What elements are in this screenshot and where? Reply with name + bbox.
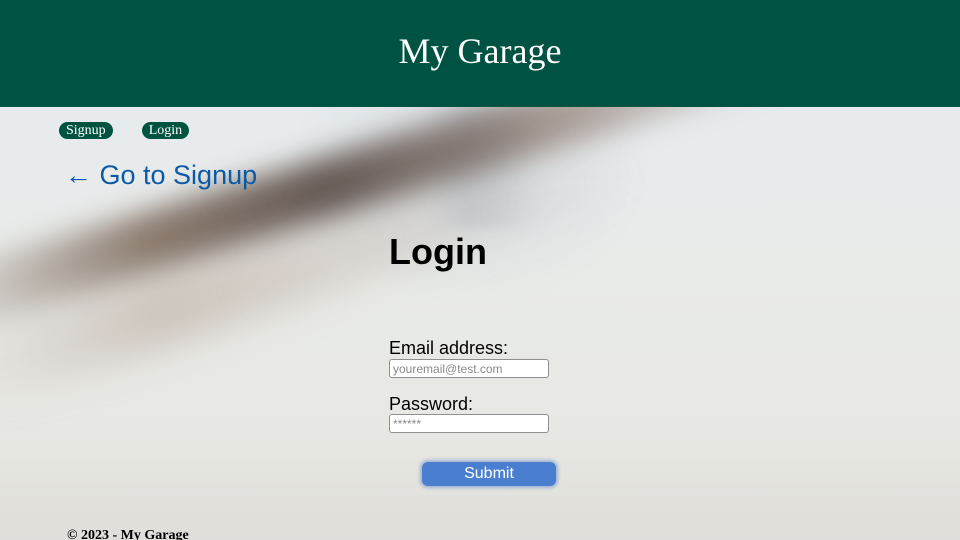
go-to-signup-link[interactable]: ← Go to Signup bbox=[65, 160, 257, 191]
submit-button[interactable]: Submit bbox=[422, 462, 556, 486]
email-label: Email address: bbox=[389, 338, 509, 358]
nav-item-login[interactable]: Login bbox=[141, 122, 190, 139]
nav-item-signup[interactable]: Signup bbox=[59, 122, 113, 139]
email-field[interactable] bbox=[389, 359, 549, 378]
password-label: Password: bbox=[389, 394, 474, 414]
page-title: Login bbox=[389, 231, 487, 272]
site-header: My Garage bbox=[0, 0, 960, 107]
copyright-footer: © 2023 - My Garage bbox=[67, 528, 189, 540]
password-field[interactable] bbox=[389, 414, 549, 433]
main-nav: Signup Login bbox=[59, 122, 190, 139]
site-title: My Garage bbox=[398, 30, 562, 71]
background-floor-shade bbox=[0, 437, 960, 540]
